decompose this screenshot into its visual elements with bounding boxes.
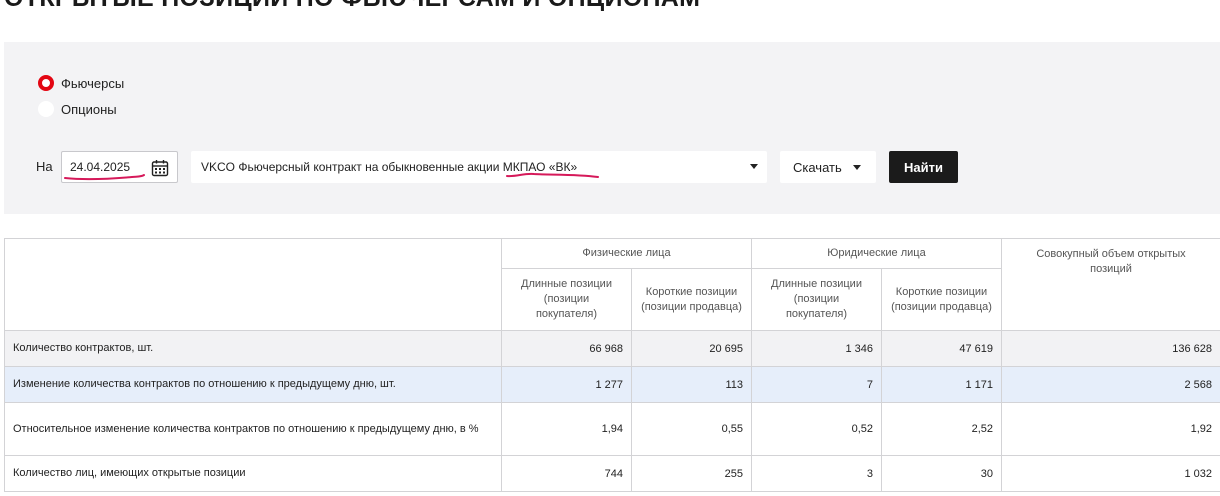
header-individuals-short: Короткие позиции (позиции продавца)	[631, 268, 752, 331]
pen-underline-date	[64, 174, 145, 181]
page-title: ОТКРЫТЫЕ ПОЗИЦИИ ПО ФЬЮЧЕРСАМ И ОПЦИОНАМ	[4, 0, 700, 13]
cell-value: 1,92	[1001, 402, 1220, 456]
cell-value: 20 695	[631, 330, 752, 367]
header-individuals: Физические лица	[501, 238, 752, 269]
calendar-icon[interactable]	[151, 159, 169, 177]
radio-checked-icon[interactable]	[38, 75, 54, 91]
header-legal: Юридические лица	[751, 238, 1002, 269]
date-label: На	[36, 159, 53, 174]
cell-value: 0,52	[751, 402, 882, 456]
find-button[interactable]: Найти	[889, 151, 958, 183]
cell-value: 1 346	[751, 330, 882, 367]
cell-value: 2,52	[881, 402, 1002, 456]
row-label: Количество лиц, имеющих открытые позиции	[4, 455, 502, 492]
cell-value: 66 968	[501, 330, 632, 367]
header-individuals-long: Длинные позиции (позиции покупателя)	[501, 268, 632, 331]
pen-underline-contract	[506, 172, 599, 178]
cell-value: 255	[631, 455, 752, 492]
cell-value: 0,55	[631, 402, 752, 456]
cell-value: 7	[751, 366, 882, 403]
cell-value: 136 628	[1001, 330, 1220, 367]
chevron-down-icon	[853, 165, 861, 170]
open-positions-table: Физические лица Юридические лица Совокуп…	[4, 238, 1220, 492]
table-row: Изменение количества контрактов по отнош…	[4, 366, 1220, 403]
radio-options-label: Опционы	[61, 101, 117, 117]
cell-value: 1 171	[881, 366, 1002, 403]
radio-futures[interactable]: Фьючерсы	[38, 75, 124, 91]
cell-value: 113	[631, 366, 752, 403]
date-input[interactable]: 24.04.2025	[61, 151, 178, 183]
cell-value: 1 032	[1001, 455, 1220, 492]
cell-value: 2 568	[1001, 366, 1220, 403]
cell-value: 744	[501, 455, 632, 492]
table-row: Количество контрактов, шт. 66 968 20 695…	[4, 330, 1220, 367]
radio-unchecked-icon[interactable]	[38, 101, 54, 117]
radio-futures-label: Фьючерсы	[61, 75, 125, 91]
filter-panel: Фьючерсы Опционы На 24.04.2025 VKCO Фьюч…	[4, 42, 1220, 214]
header-legal-short: Короткие позиции (позиции продавца)	[881, 268, 1002, 331]
header-legal-long: Длинные позиции (позиции покупателя)	[751, 268, 882, 331]
row-label: Изменение количества контрактов по отнош…	[4, 366, 502, 403]
download-label: Скачать	[793, 159, 842, 175]
table-row: Количество лиц, имеющих открытые позиции…	[4, 455, 1220, 492]
cell-value: 3	[751, 455, 882, 492]
table-row: Относительное изменение количества контр…	[4, 402, 1220, 456]
cell-value: 47 619	[881, 330, 1002, 367]
cell-value: 1,94	[501, 402, 632, 456]
header-empty	[4, 238, 502, 331]
cell-value: 30	[881, 455, 1002, 492]
radio-options[interactable]: Опционы	[38, 101, 117, 117]
row-label: Относительное изменение количества контр…	[4, 402, 502, 456]
row-label: Количество контрактов, шт.	[4, 330, 502, 367]
download-button[interactable]: Скачать	[780, 151, 876, 183]
contract-select[interactable]: VKCO Фьючерсный контракт на обыкновенные…	[191, 151, 767, 183]
header-total: Совокупный объем открытых позиций	[1001, 238, 1220, 331]
cell-value: 1 277	[501, 366, 632, 403]
chevron-down-icon[interactable]	[750, 164, 758, 169]
